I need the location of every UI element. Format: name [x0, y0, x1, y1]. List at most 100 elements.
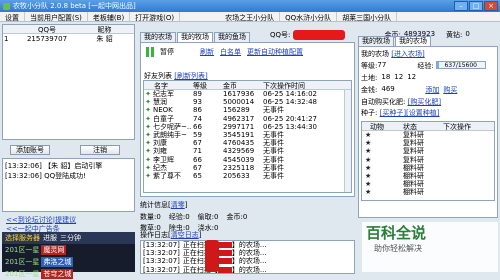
run-log-list: [13:32:07] 正在扫描【 】的农场... [13:32:07] 正在扫描【 】的农… — [140, 240, 355, 274]
animal-icon: ★ — [365, 155, 372, 164]
accounts-table: QQ号 昵称 1 215739707 朱 貂 — [2, 24, 135, 140]
friend-level: 71 — [193, 147, 202, 156]
refresh-link[interactable]: 刷新 — [200, 47, 214, 57]
enter-farm-link[interactable]: [进入农场] — [391, 50, 424, 58]
redacted-name — [217, 242, 232, 249]
maximize-button[interactable]: □ — [469, 1, 483, 11]
friend-gold: 1617936 — [223, 90, 255, 99]
animals-rows: ★ 复料研 ★ 复料研 ★ 复料研 ★ 复料研 ★ 棚料研 ★ 棚料研 ★ 棚料研 ★ 棚料研 — [362, 131, 494, 197]
watermark-subtitle: 助你轻松解决 — [374, 244, 422, 253]
pause-button[interactable]: 暂停 — [160, 47, 174, 57]
col-nick: 昵称 — [97, 26, 112, 33]
redacted-name — [217, 250, 232, 257]
friend-level: 89 — [193, 90, 202, 99]
my-farm-panel: 我的农场 [进入农场] 等级: 77 经验: 637/15600 土地: 18 1… — [358, 46, 498, 218]
friend-next-time: 无事件 — [263, 171, 284, 180]
ad-server-label: 选择服务器 — [5, 234, 40, 242]
whitelist-link[interactable]: 白名单 — [220, 47, 241, 57]
pause-icon[interactable] — [146, 47, 154, 57]
redacted-name — [217, 266, 232, 273]
friend-gold: 205633 — [223, 171, 250, 180]
watermark: 百科全说 助你轻松解决 — [362, 222, 498, 272]
menu-water-margin[interactable]: QQ水浒小分队 — [280, 12, 338, 22]
ad-banner[interactable]: 选择服务器 进服 三分钟 201区一星 魔灵网 201区一星 弗洛之城 201区一星… — [2, 232, 135, 279]
buy-fertilizer-link[interactable]: [购买化肥] — [408, 98, 441, 106]
friends-rows: ✦ 纪志军 89 1617936 06-25 14:16:02 ✦ 慧润 93 5000014 0… — [144, 90, 351, 180]
friend-next-time: 06-25 20:41:27 — [263, 114, 318, 123]
tab-my-farm[interactable]: 我的农场 — [140, 32, 176, 42]
window-controls: – □ × — [454, 1, 498, 11]
tab-my-fish[interactable]: 我的鱼场 — [214, 32, 250, 42]
buy-land-link[interactable]: 购买 — [443, 85, 457, 95]
animal-icon: ★ — [365, 139, 372, 148]
animal-icon: ★ — [365, 180, 372, 189]
tab-sub-farm[interactable]: 我的农场 — [395, 36, 431, 46]
friend-level: 93 — [193, 98, 202, 107]
pasture-panel: 暂停 刷新 白名单 更新自动种植配置 好友列表 [刷新列表] 名字 等级 金币 … — [140, 42, 355, 197]
refresh-friends-link[interactable]: [刷新列表] — [174, 72, 207, 80]
main-tabs: 我的农场 我的牧场 我的鱼场 — [140, 32, 250, 42]
col-qq: QQ号 — [37, 26, 57, 33]
logout-button[interactable]: 注销 — [80, 145, 120, 155]
scrollbar[interactable] — [344, 90, 351, 192]
menu-user-config[interactable]: 当前用户配置(S) — [25, 12, 88, 22]
brand-logo — [205, 240, 219, 272]
tab-my-pasture[interactable]: 我的牧场 — [177, 32, 213, 42]
friend-status-icon: ✦ — [145, 131, 151, 140]
add-account-button[interactable]: 添加账号 — [10, 145, 50, 155]
friend-status-icon: ✦ — [145, 171, 151, 180]
qq-value: 215739707 — [293, 30, 346, 40]
auto-plant-config-link[interactable]: 更新自动种植配置 — [247, 47, 303, 57]
friend-name: 紫了尊不 — [153, 171, 181, 180]
animals-table: 动物 状态 下次操作 ★ 复料研 ★ 复料研 ★ 复料研 ★ 复料研 ★ 棚料研 ★ 棚料研 ★ 棚料研 ★… — [361, 121, 495, 201]
friend-level: 86 — [193, 106, 202, 115]
menu-farm-king[interactable]: 农场之王小分队 — [220, 12, 281, 22]
run-log-panel: 操作日志[清空日志] [13:32:07] 正在扫描【 】的农场... [13:32:… — [140, 230, 355, 274]
menu-open-game[interactable]: 打开游戏(O) — [130, 12, 181, 22]
animal-icon: ★ — [365, 163, 372, 172]
menu-three-kingdoms[interactable]: 胡莱三国小分队 — [337, 12, 398, 22]
friend-status-icon: ✦ — [145, 114, 151, 123]
status-log: [13:32:06] 【朱 貂】启动引擎 [13:32:06] QQ登陆成功! — [2, 158, 135, 212]
exp-bar: 637/15600 — [435, 61, 486, 69]
watermark-title: 百科全说 — [366, 224, 427, 242]
add-land-link[interactable]: 添加 — [425, 85, 439, 95]
friend-gold: 3545191 — [223, 131, 255, 140]
log-line: [13:32:06] QQ登陆成功! — [5, 172, 86, 180]
clear-log-link[interactable]: 清空日志 — [171, 231, 199, 239]
friend-level: 66 — [193, 122, 202, 131]
menu-bar: 设置 当前用户配置(S) 老板辅(B) 打开游戏(O) 农场之王小分队 QQ水浒… — [0, 12, 500, 22]
friend-status-icon: ✦ — [145, 155, 151, 164]
friend-level: 67 — [193, 139, 202, 148]
account-row[interactable]: 1 215739707 朱 貂 — [3, 34, 134, 43]
log-line: [13:32:06] 【朱 貂】启动引擎 — [5, 162, 103, 170]
window-title: 农牧小分队 2.0.8 beta [一起中网出品] — [13, 2, 136, 10]
close-button[interactable]: × — [484, 1, 498, 11]
coupon-value: 0 — [465, 30, 470, 38]
friend-gold: 4329569 — [223, 147, 255, 156]
animal-icon: ★ — [365, 188, 372, 197]
toolbar: 暂停 刷新 白名单 更新自动种植配置 — [146, 47, 303, 57]
minimize-button[interactable]: – — [454, 1, 468, 11]
friend-status-icon: ✦ — [145, 122, 151, 131]
friend-level: 66 — [193, 155, 202, 164]
menu-settings[interactable]: 设置 — [0, 12, 25, 22]
friend-next-time: 06-25 14:16:02 — [263, 90, 318, 99]
title-bar: 农牧小分队 2.0.8 beta [一起中网出品] — [0, 0, 500, 12]
buy-seed-link[interactable]: [买种子][设置种植] — [380, 109, 440, 117]
friend-level: 59 — [193, 131, 202, 140]
friend-status-icon: ✦ — [145, 139, 151, 148]
friend-row[interactable]: ✦ 紫了尊不 65 205633 无事件 — [144, 172, 351, 180]
farm-money: 469 — [381, 85, 395, 93]
menu-boss[interactable]: 老板辅(B) — [88, 12, 131, 22]
friend-gold: 4760435 — [223, 139, 255, 148]
stats-clear-link[interactable]: 清零 — [171, 201, 185, 209]
friend-gold: 2997171 — [223, 122, 255, 131]
tab-sub-pasture[interactable]: 我的牧场 — [358, 36, 394, 46]
app-icon — [3, 2, 10, 10]
farm-level: 77 — [377, 61, 387, 69]
friend-status-icon: ✦ — [145, 90, 151, 99]
animal-row[interactable]: ★ 棚料研 — [362, 188, 494, 196]
friend-gold: 4545039 — [223, 155, 255, 164]
friend-level: 65 — [193, 171, 202, 180]
